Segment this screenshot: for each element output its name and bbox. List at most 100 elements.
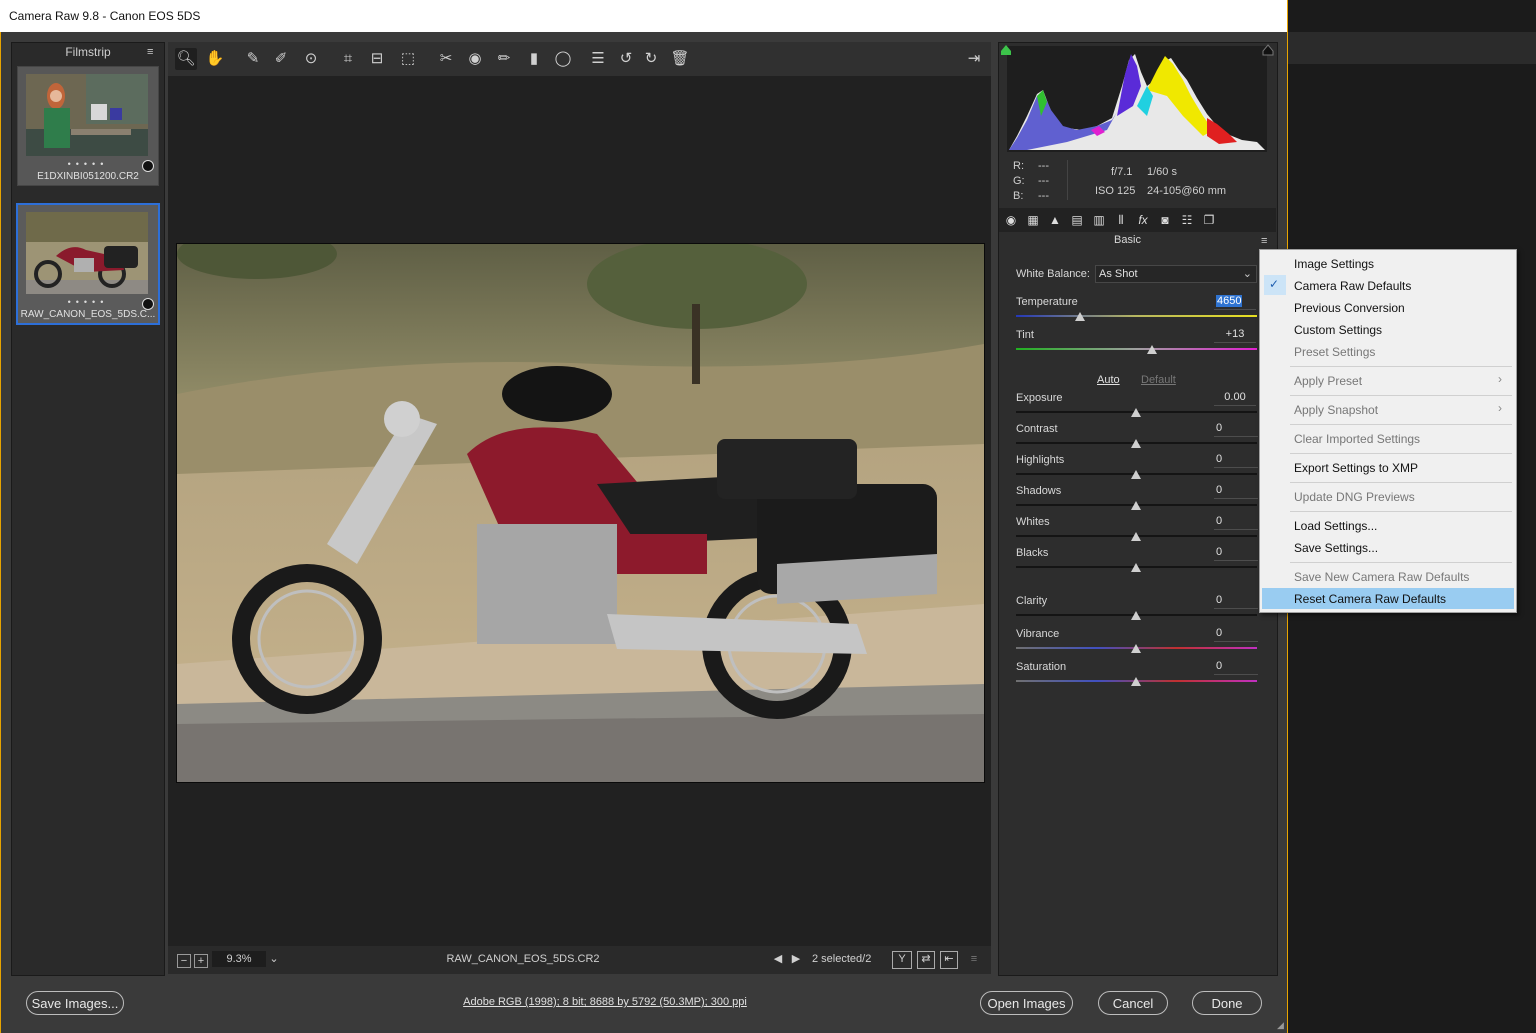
shadows-slider-thumb[interactable] [1131,501,1141,510]
clarity-value[interactable]: 0 [1214,594,1258,609]
exposure-label: Exposure [1016,392,1063,404]
menu-item-image-settings[interactable]: Image Settings [1294,257,1374,271]
basic-tab-icon[interactable]: ◉ [1002,211,1020,229]
rating-dots[interactable]: ••••• [18,159,158,169]
workflow-options-link[interactable]: Adobe RGB (1998); 8 bit; 8688 by 5792 (5… [400,996,810,1008]
blacks-value[interactable]: 0 [1214,546,1258,561]
save-images-button[interactable]: Save Images... [26,991,124,1015]
straighten-tool-icon[interactable]: ⊟ [366,48,388,70]
spot-removal-tool-icon[interactable]: ✂ [435,48,457,70]
zoom-level-field[interactable]: 9.3% [212,951,266,967]
shadows-value[interactable]: 0 [1214,484,1258,499]
whites-slider-thumb[interactable] [1131,532,1141,541]
before-after-view-icon[interactable]: Y [892,951,912,969]
menu-item-clear-imported-settings[interactable]: Clear Imported Settings [1294,432,1420,446]
clarity-slider-thumb[interactable] [1131,611,1141,620]
fullscreen-toggle-icon[interactable]: ⇥ [963,48,985,70]
menu-item-export-settings-xmp[interactable]: Export Settings to XMP [1294,461,1418,475]
contrast-slider-thumb[interactable] [1131,439,1141,448]
menu-item-load-settings[interactable]: Load Settings... [1294,519,1377,533]
hsl-tab-icon[interactable]: ▤ [1068,211,1086,229]
saturation-value[interactable]: 0 [1214,660,1258,675]
preview-photo[interactable] [176,243,985,783]
menu-item-previous-conversion[interactable]: Previous Conversion [1294,301,1405,315]
menu-item-custom-settings[interactable]: Custom Settings [1294,323,1382,337]
menu-item-reset-camera-raw-defaults[interactable]: Reset Camera Raw Defaults [1294,592,1446,606]
tint-value[interactable]: +13 [1214,328,1256,343]
copy-settings-icon[interactable]: ⇤ [940,951,958,969]
crop-tool-icon[interactable]: ⌗ [337,48,359,70]
exposure-value[interactable]: 0.00 [1214,391,1256,406]
next-image-icon[interactable]: ▶ [790,951,802,967]
filmstrip-item-selected[interactable]: ••••• RAW_CANON_EOS_5DS.C... [16,203,160,325]
highlights-slider-thumb[interactable] [1131,470,1141,479]
g-value: --- [1038,175,1049,187]
default-link[interactable]: Default [1141,374,1176,386]
highlight-clipping-warning-icon[interactable] [1262,44,1274,56]
red-eye-tool-icon[interactable]: ◉ [464,48,486,70]
resize-grip-icon[interactable]: ◢ [1277,1021,1286,1030]
adjustment-brush-icon[interactable]: ✏ [493,48,515,70]
camera-calibration-tab-icon[interactable]: ◙ [1156,211,1174,229]
filmstrip-menu-icon[interactable]: ≡ [147,47,153,58]
white-balance-select[interactable]: As Shot ⌄ [1095,265,1257,283]
menu-item-camera-raw-defaults[interactable]: Camera Raw Defaults [1294,279,1411,293]
rotate-right-icon[interactable]: ↻ [640,48,662,70]
menu-item-preset-settings[interactable]: Preset Settings [1294,345,1375,359]
swap-settings-icon[interactable]: ⇄ [917,951,935,969]
whites-value[interactable]: 0 [1214,515,1258,530]
zoom-tool-icon[interactable]: 🔍︎ [175,48,197,70]
highlights-value[interactable]: 0 [1214,453,1258,468]
menu-item-update-dng-previews[interactable]: Update DNG Previews [1294,490,1415,504]
background-window-toolbar [1288,32,1536,64]
menu-item-save-new-defaults[interactable]: Save New Camera Raw Defaults [1294,570,1469,584]
targeted-adjustment-tool-icon[interactable]: ⊙ [300,48,322,70]
previous-image-icon[interactable]: ◀ [772,951,784,967]
split-toning-tab-icon[interactable]: ▥ [1090,211,1108,229]
detail-tab-icon[interactable]: ▲ [1046,211,1064,229]
temperature-value[interactable]: 4650 [1214,295,1256,310]
rotate-left-icon[interactable]: ↺ [615,48,637,70]
temperature-slider-thumb[interactable] [1075,312,1085,321]
hand-tool-icon[interactable]: ✋ [204,48,226,70]
menu-item-apply-preset[interactable]: Apply Preset [1294,374,1362,388]
zoom-in-button[interactable]: + [194,954,208,968]
exposure-slider-thumb[interactable] [1131,408,1141,417]
vibrance-slider-thumb[interactable] [1131,644,1141,653]
zoom-out-button[interactable]: − [177,954,191,968]
menu-item-apply-snapshot[interactable]: Apply Snapshot [1294,403,1378,417]
thumbnail-image [26,74,148,156]
blacks-slider-thumb[interactable] [1131,563,1141,572]
auto-link[interactable]: Auto [1097,374,1120,386]
preferences-icon[interactable]: ☰ [587,48,609,70]
white-balance-tool-icon[interactable]: ✎ [242,48,264,70]
effects-tab-icon[interactable]: fx [1134,211,1152,229]
graduated-filter-icon[interactable]: ▮ [523,48,545,70]
open-images-button[interactable]: Open Images [980,991,1073,1015]
toggle-settings-icon[interactable]: ≡ [965,951,983,967]
tint-slider-track[interactable] [1016,348,1257,350]
zoom-dropdown-icon[interactable]: ⌄ [266,951,282,967]
transform-tool-icon[interactable]: ⬚ [397,48,419,70]
tint-slider-thumb[interactable] [1147,345,1157,354]
temperature-value-text: 4650 [1216,295,1243,307]
shadow-clipping-warning-icon[interactable] [1000,44,1012,56]
color-sampler-tool-icon[interactable]: ✐ [270,48,292,70]
snapshots-tab-icon[interactable]: ❐ [1200,211,1218,229]
trash-icon[interactable]: 🗑︎ [669,48,691,70]
presets-tab-icon[interactable]: ☷ [1178,211,1196,229]
vibrance-value[interactable]: 0 [1214,627,1258,642]
saturation-slider-thumb[interactable] [1131,677,1141,686]
filmstrip-item[interactable]: ••••• E1DXINBI051200.CR2 [17,66,159,186]
lens-corrections-tab-icon[interactable]: ⫴ [1112,211,1130,229]
rating-dots[interactable]: ••••• [18,297,158,307]
tone-curve-tab-icon[interactable]: ▦ [1024,211,1042,229]
temperature-slider-track[interactable] [1016,315,1257,317]
contrast-value[interactable]: 0 [1214,422,1258,437]
done-button[interactable]: Done [1192,991,1262,1015]
panel-menu-icon[interactable]: ≡ [1261,236,1267,247]
cancel-button[interactable]: Cancel [1098,991,1168,1015]
menu-item-save-settings[interactable]: Save Settings... [1294,541,1378,555]
submenu-arrow-icon: › [1498,372,1502,386]
radial-filter-icon[interactable]: ◯ [552,48,574,70]
